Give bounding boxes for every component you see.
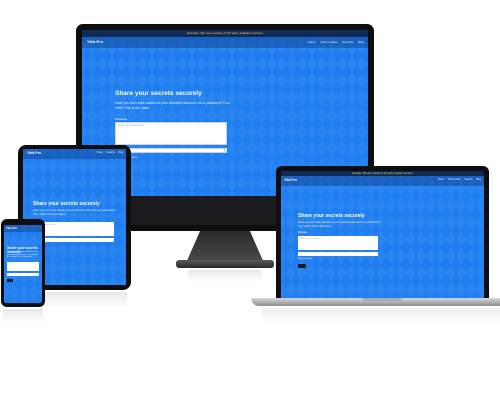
- phone-screen: Yikir.Pro Share your secrets securely Ha…: [4, 225, 42, 303]
- laptop-nav-links: Home How it works Security Blog: [435, 179, 481, 181]
- chevron-down-icon: ▾: [223, 148, 225, 152]
- page-subtitle: Have you ever been asked for your sensit…: [115, 101, 231, 110]
- tablet-nav-link-home[interactable]: Home: [97, 152, 103, 154]
- laptop-page-title: Share your secrets securely: [298, 213, 365, 219]
- nav-link-how-it-works[interactable]: How it works: [320, 40, 337, 44]
- laptop-expiry-select[interactable]: [298, 252, 378, 256]
- device-mockup-scene: Example: We use a variety of 3rd party a…: [0, 0, 500, 417]
- nav-link-security[interactable]: Security: [342, 40, 353, 44]
- monitor-base: [176, 260, 274, 268]
- nav-link-blog[interactable]: Blog: [358, 40, 364, 44]
- laptop-create-button[interactable]: [298, 264, 306, 268]
- nav-link-home[interactable]: Home: [308, 40, 316, 44]
- page-title: Share your secrets securely: [115, 90, 202, 97]
- tablet-brand-logo[interactable]: Yikir.Pro: [27, 151, 41, 155]
- tablet-expiry-select[interactable]: [33, 238, 114, 242]
- laptop-message-placeholder: Write your secret here...: [300, 238, 322, 240]
- phone-navbar: Yikir.Pro: [4, 225, 42, 232]
- monitor-stand: [186, 231, 264, 263]
- phone-notch: [15, 221, 31, 224]
- nav-links: Home How it works Security Blog: [304, 40, 364, 44]
- phone-expiry-select[interactable]: [7, 273, 39, 276]
- laptop-nav-link-how-it-works[interactable]: How it works: [448, 179, 461, 181]
- navbar: Yikir.Pro Home How it works Security Blo…: [82, 37, 368, 48]
- phone-reflection: [3, 309, 43, 323]
- tablet-nav-link-security[interactable]: Security: [106, 152, 114, 154]
- tablet-nav-link-blog[interactable]: Blog: [118, 152, 123, 154]
- phone-page-subtitle: Have you ever been asked for your sensit…: [7, 251, 39, 259]
- laptop-checkbox-label[interactable]: Read only once: [298, 258, 312, 260]
- tablet-page-title: Share your secrets securely: [33, 201, 100, 207]
- brand-logo[interactable]: Yikir.Pro: [87, 39, 103, 44]
- laptop-nav-link-home[interactable]: Home: [438, 179, 444, 181]
- laptop-screen: Example: We use a variety of 3rd party a…: [281, 171, 484, 300]
- tablet-nav-links: Home Security Blog: [94, 152, 123, 154]
- laptop-trackpad-notch: [362, 298, 402, 301]
- expiry-select[interactable]: Expire in... ▾: [115, 148, 227, 153]
- laptop-nav-link-security[interactable]: Security: [464, 179, 472, 181]
- message-label: Message: [115, 117, 128, 121]
- tablet-page-subtitle: Have you ever been asked for your sensit…: [33, 209, 116, 216]
- announcement-banner: Example: We use a variety of 3rd party a…: [82, 30, 368, 37]
- laptop-navbar: Yikir.Pro Home How it works Security Blo…: [281, 176, 484, 186]
- phone-create-button[interactable]: [7, 279, 13, 282]
- laptop-page-subtitle: Have you ever been asked for your sensit…: [298, 221, 381, 228]
- phone-message-textarea[interactable]: [7, 262, 39, 271]
- tablet-navbar: Yikir.Pro Home Security Blog: [23, 149, 126, 159]
- laptop-brand-logo[interactable]: Yikir.Pro: [284, 178, 297, 182]
- phone-brand-logo[interactable]: Yikir.Pro: [6, 226, 17, 230]
- message-placeholder: Write your secret here...: [118, 124, 146, 127]
- laptop-nav-link-blog[interactable]: Blog: [476, 179, 481, 181]
- laptop-message-label: Message: [298, 232, 308, 234]
- laptop-reflection: [262, 308, 500, 322]
- monitor-reflection: [188, 270, 262, 282]
